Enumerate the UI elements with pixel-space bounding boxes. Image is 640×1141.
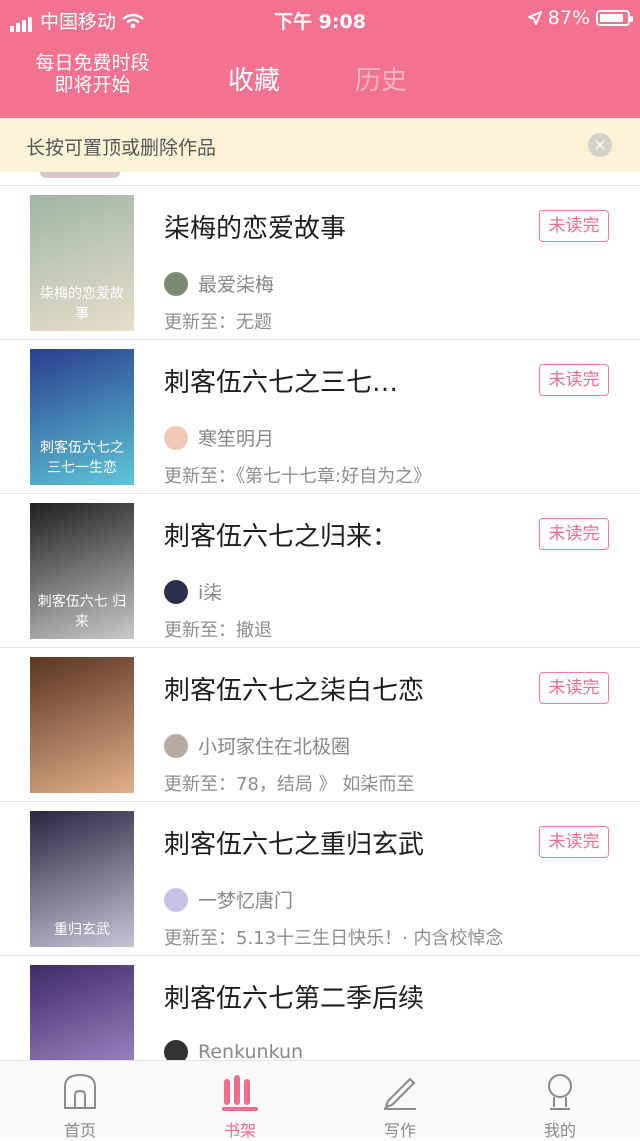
author-name: i柒: [198, 582, 223, 604]
book-list-item[interactable]: 刺客伍六七 归来 刺客伍六七之归来： 未读完 i柒 更新至：撤退: [0, 494, 640, 648]
nav-bookshelf[interactable]: 书架: [200, 1067, 280, 1141]
book-title: 刺客伍六七之柒白七恋: [164, 676, 425, 706]
nav-home-label: 首页: [63, 1121, 96, 1140]
tab-favorites[interactable]: 收藏: [228, 60, 280, 97]
avatar: [164, 1040, 188, 1060]
book-list-item[interactable]: 刺客伍六七第二季后续 Renkunkun: [0, 956, 640, 1060]
book-cover: 重归玄武: [30, 811, 134, 947]
book-list-item[interactable]: 柒梅的恋爱故事 柒梅的恋爱故事 未读完 最爱柒梅 更新至：无题: [0, 186, 640, 340]
nav-profile-label: 我的: [543, 1121, 576, 1140]
book-title: 柒梅的恋爱故事: [164, 214, 347, 244]
book-title: 刺客伍六七之归来：: [164, 522, 399, 552]
app-header: 中国移动 下午 9:08 87% 每日免费时段 即将开始 收藏 历史: [0, 0, 640, 118]
unread-badge: 未读完: [539, 672, 609, 704]
promo-line1: 每日免费时段: [35, 52, 150, 74]
author-name: Renkunkun: [198, 1041, 304, 1060]
list-item-partial[interactable]: [0, 172, 640, 186]
unread-badge: 未读完: [539, 364, 609, 396]
book-author: 一梦忆唐门: [164, 886, 293, 913]
book-list-item[interactable]: 刺客伍六七之三七一生恋 刺客伍六七之三七… 未读完 寒笙明月 更新至：《第七十七…: [0, 340, 640, 494]
avatar: [164, 271, 188, 296]
avatar: [164, 579, 188, 604]
nav-write-label: 写作: [383, 1121, 416, 1140]
book-cover: [30, 657, 134, 793]
update-status: 更新至：《第七十七章:好自为之》: [164, 466, 432, 487]
unread-badge: 未读完: [539, 826, 609, 858]
update-status: 更新至：5.13十三生日快乐！· 内含校悼念: [164, 928, 504, 949]
nav-profile[interactable]: 我的: [520, 1067, 600, 1141]
tab-history[interactable]: 历史: [355, 60, 407, 97]
bookshelf-list[interactable]: 柒梅的恋爱故事 柒梅的恋爱故事 未读完 最爱柒梅 更新至：无题 刺客伍六七之三七…: [0, 172, 640, 1060]
update-status: 更新至：撤退: [164, 620, 272, 641]
pen-icon: [384, 1077, 416, 1110]
book-cover-text: 刺客伍六七 归来: [37, 594, 127, 630]
promo-line2: 即将开始: [54, 74, 131, 96]
author-name: 寒笙明月: [198, 428, 275, 450]
book-cover: 柒梅的恋爱故事: [30, 195, 134, 331]
book-cover-text: 重归玄武: [54, 922, 110, 938]
book-author: 寒笙明月: [164, 424, 274, 451]
nav-home[interactable]: 首页: [40, 1067, 120, 1141]
battery-percent: 87%: [547, 7, 590, 29]
avatar: [164, 425, 188, 450]
author-name: 最爱柒梅: [198, 274, 275, 296]
book-cover: [30, 965, 134, 1060]
bookshelf-icon: [222, 1075, 258, 1111]
location-icon: [527, 11, 542, 25]
book-list-item[interactable]: 刺客伍六七之柒白七恋 未读完 小珂家住在北极圈 更新至：78，结局 》 如柒而至: [0, 648, 640, 802]
book-author: i柒: [164, 578, 222, 605]
nav-write[interactable]: 写作: [360, 1067, 440, 1141]
avatar: [164, 733, 188, 758]
free-period-banner[interactable]: 每日免费时段 即将开始: [20, 52, 165, 96]
update-status: 更新至：无题: [164, 312, 272, 333]
close-icon[interactable]: ×: [588, 133, 612, 157]
unread-badge: 未读完: [539, 210, 609, 242]
book-list-item[interactable]: 重归玄武 刺客伍六七之重归玄武 未读完 一梦忆唐门 更新至：5.13十三生日快乐…: [0, 802, 640, 956]
author-name: 一梦忆唐门: [198, 890, 294, 912]
tip-text: 长按可置顶或删除作品: [26, 137, 217, 159]
book-cover: 刺客伍六七 归来: [30, 503, 134, 639]
nav-bookshelf-label: 书架: [223, 1121, 256, 1140]
book-title: 刺客伍六七之重归玄武: [164, 830, 425, 860]
book-cover-text: 刺客伍六七之三七一生恋: [40, 440, 124, 476]
book-cover-text: 柒梅的恋爱故事: [40, 286, 124, 322]
battery-icon: [596, 10, 633, 26]
book-cover: [40, 172, 120, 178]
unread-badge: 未读完: [539, 518, 609, 550]
profile-icon: [548, 1074, 572, 1110]
book-author: Renkunkun: [164, 1040, 303, 1060]
book-title: 刺客伍六七之三七…: [164, 368, 399, 398]
tip-bar: 长按可置顶或删除作品 ×: [0, 118, 640, 172]
avatar: [164, 887, 188, 912]
book-author: 最爱柒梅: [164, 270, 274, 297]
author-name: 小珂家住在北极圈: [198, 736, 351, 758]
book-author: 小珂家住在北极圈: [164, 732, 350, 759]
home-icon: [64, 1073, 96, 1109]
bottom-nav: 首页 书架 写作 我的: [0, 1060, 640, 1140]
book-cover: 刺客伍六七之三七一生恋: [30, 349, 134, 485]
status-bar: 中国移动 下午 9:08 87%: [0, 0, 640, 36]
book-title: 刺客伍六七第二季后续: [164, 984, 425, 1014]
update-status: 更新至：78，结局 》 如柒而至: [164, 774, 415, 795]
